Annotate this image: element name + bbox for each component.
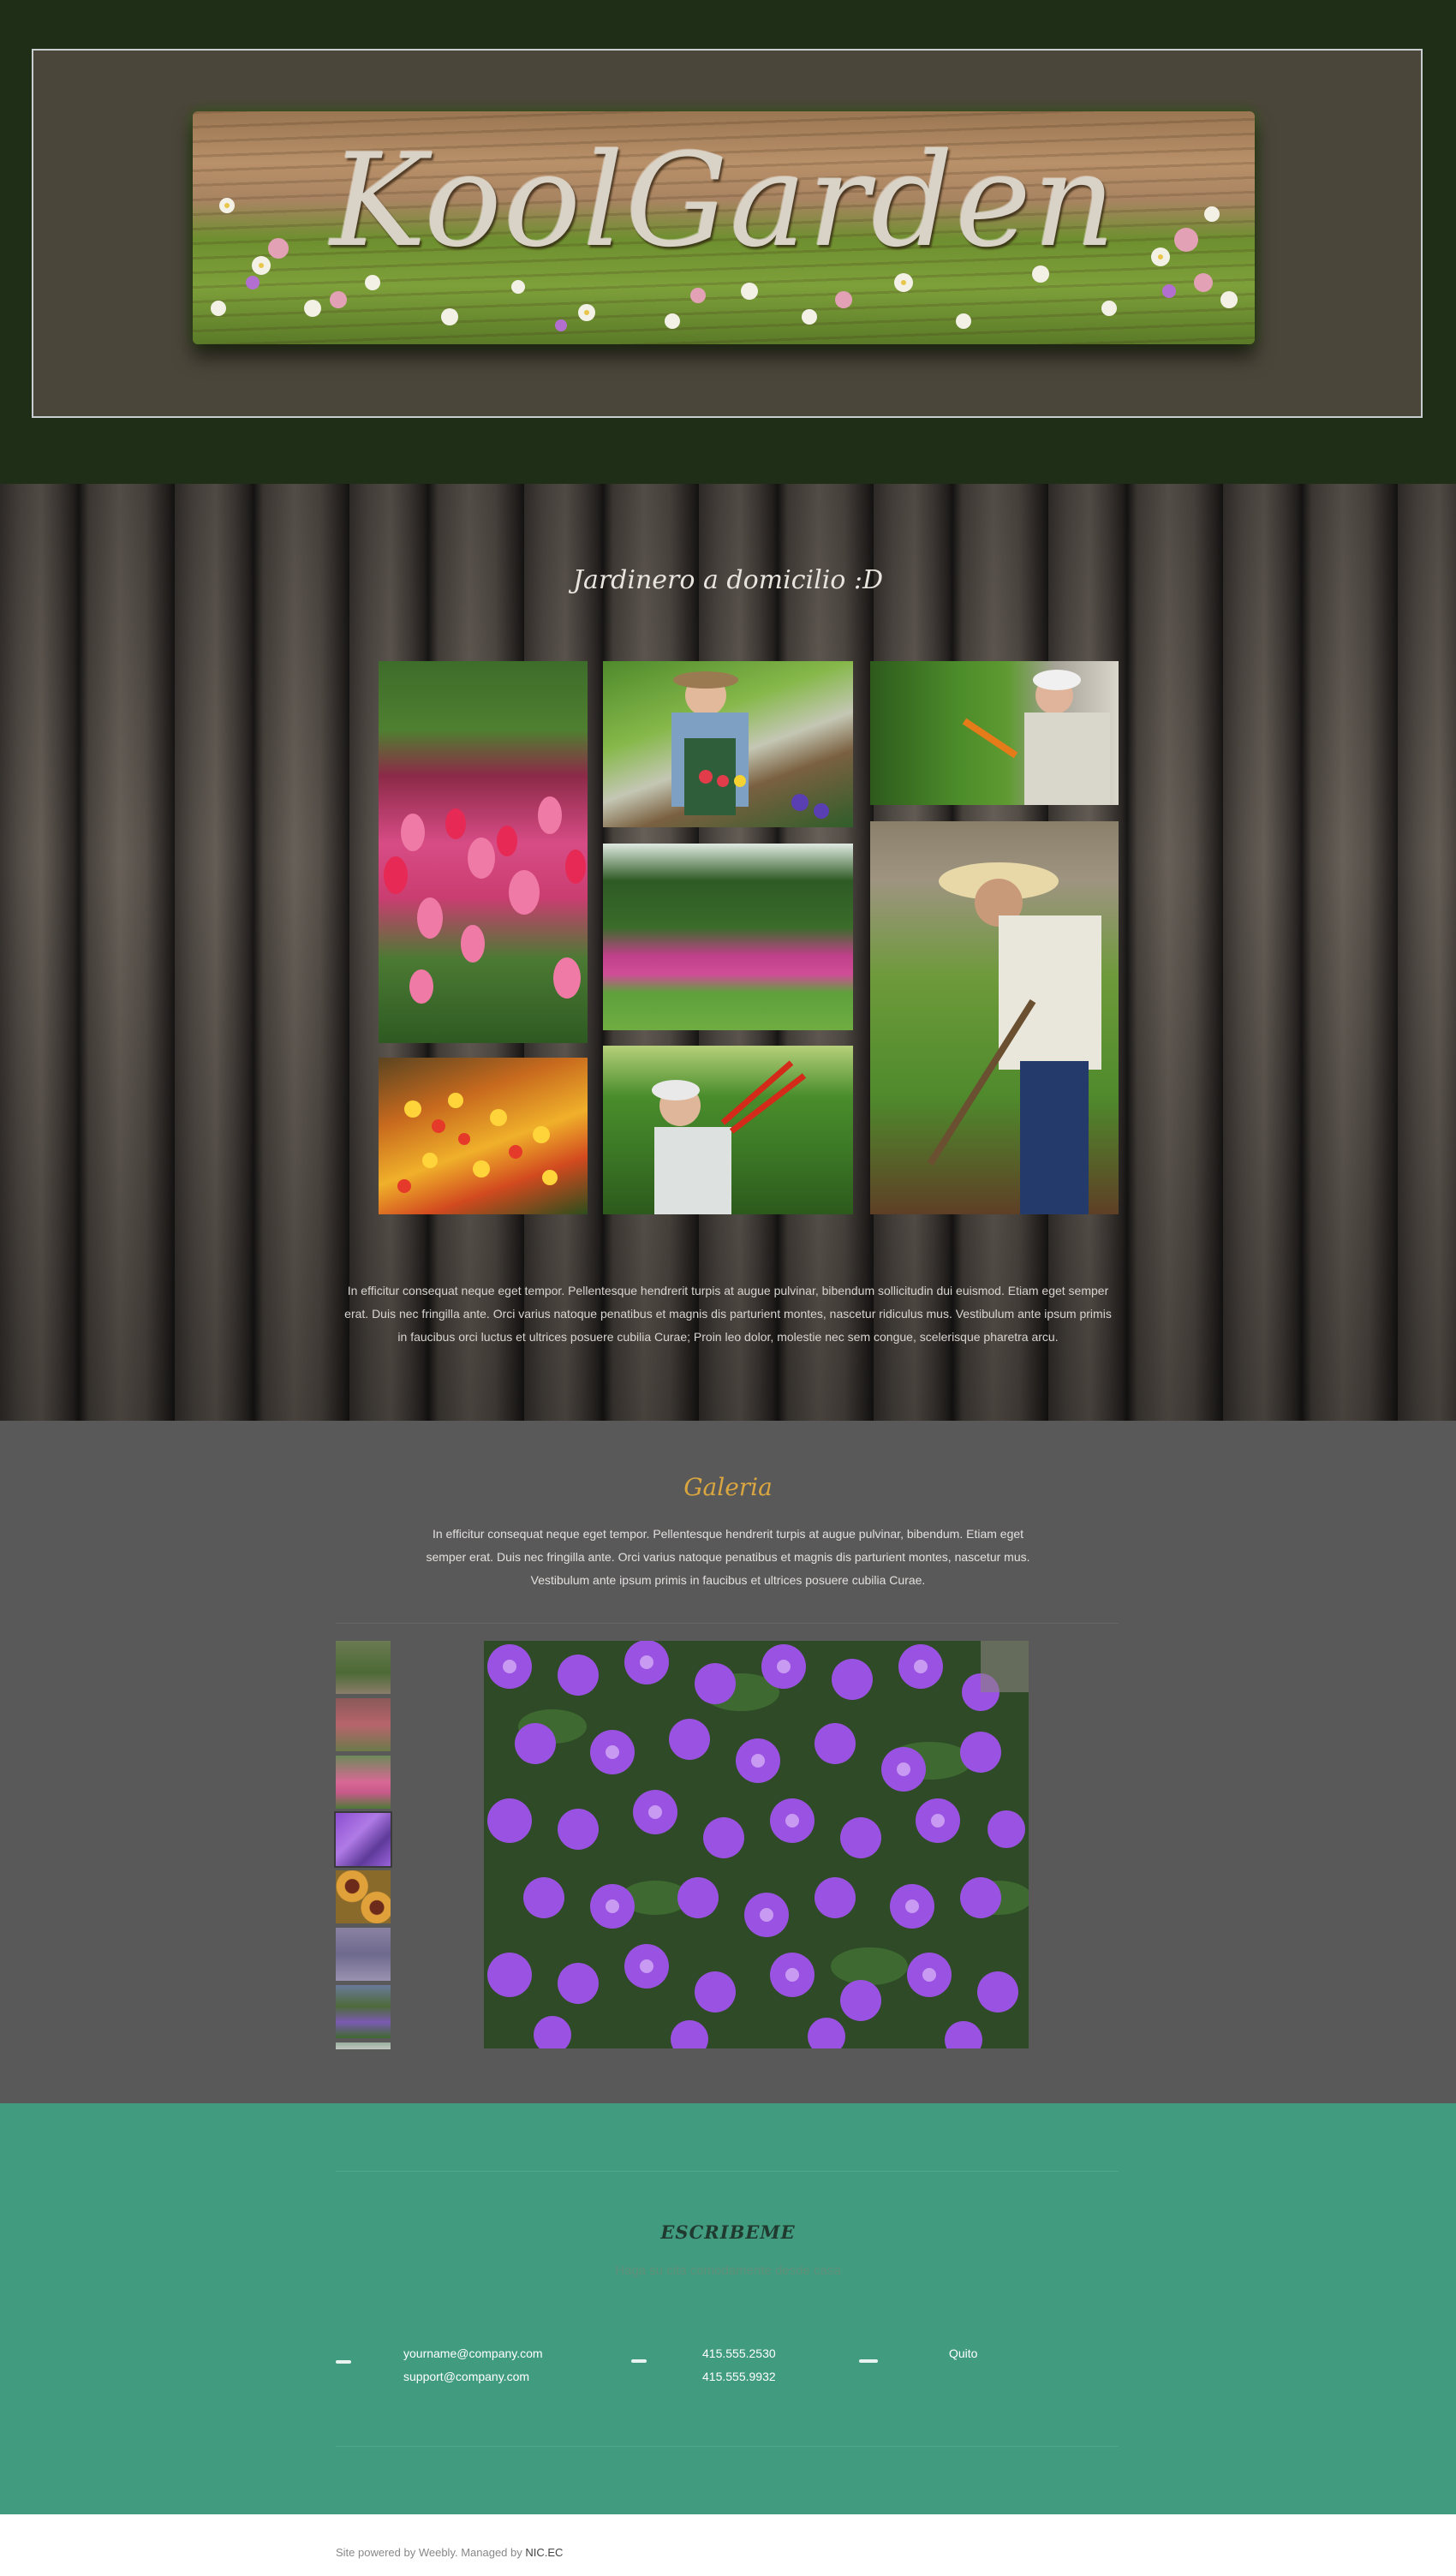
photo-gardener-planting [603, 661, 853, 827]
photo-hedge-trimming [870, 661, 1119, 805]
gallery-thumb-5[interactable] [336, 1870, 391, 1923]
contact-phone-list: 415.555.2530 415.555.9932 [702, 2342, 776, 2388]
photo-flower-box [379, 1058, 588, 1214]
gallery-body-text: In efficitur consequat neque eget tempor… [426, 1527, 1030, 1587]
logo-text: KoolGarden [330, 127, 1118, 276]
gallery-thumb-1[interactable] [336, 1641, 391, 1694]
gallery-thumb-8[interactable] [336, 2042, 391, 2049]
contact-location: Quito [949, 2346, 978, 2360]
contact-phone-2[interactable]: 415.555.9932 [702, 2365, 776, 2388]
footer-credit-text: Site powered by Weebly. Managed by [336, 2546, 526, 2559]
location-icon [859, 2359, 878, 2363]
site-logo[interactable]: KoolGarden [193, 111, 1255, 344]
gallery-thumb-7[interactable] [336, 1985, 391, 2038]
photo-gardener-digging [870, 821, 1119, 1214]
photo-tulips [379, 661, 588, 1043]
contact-title: ESCRIBEME [660, 2221, 796, 2243]
gallery-thumb-4-selected[interactable] [334, 1811, 392, 1868]
contact-divider-top [336, 2171, 1119, 2172]
footer-nic-link[interactable]: NIC.EC [525, 2546, 563, 2559]
gallery-main-photo[interactable] [484, 1641, 1029, 2048]
contact-section [0, 2103, 1456, 2514]
site-footer [0, 2514, 1456, 2576]
contact-email-1[interactable]: yourname@company.com [403, 2342, 543, 2365]
contact-divider-bottom [336, 2446, 1119, 2447]
contact-email-list: yourname@company.com support@company.com [403, 2342, 543, 2388]
photo-branch-pruning [603, 1046, 853, 1214]
footer-credit: Site powered by Weebly. Managed by NIC.E… [336, 2546, 563, 2559]
email-icon [336, 2360, 351, 2364]
hero-body-text: In efficitur consequat neque eget tempor… [344, 1284, 1112, 1344]
gallery-thumb-2[interactable] [336, 1698, 391, 1751]
hero-title: Jardinero a domicilio :D [572, 565, 884, 595]
contact-email-2[interactable]: support@company.com [403, 2365, 543, 2388]
gallery-thumb-3[interactable] [336, 1756, 391, 1809]
photo-flower-bed [603, 844, 853, 1030]
gallery-title: Galeria [683, 1473, 773, 1501]
phone-icon [631, 2359, 647, 2363]
contact-subtitle: Haga su cita comodamente desde casa [615, 2263, 841, 2278]
contact-phone-1[interactable]: 415.555.2530 [702, 2342, 776, 2365]
gallery-divider [336, 1623, 1119, 1624]
gallery-thumb-6[interactable] [336, 1928, 391, 1981]
